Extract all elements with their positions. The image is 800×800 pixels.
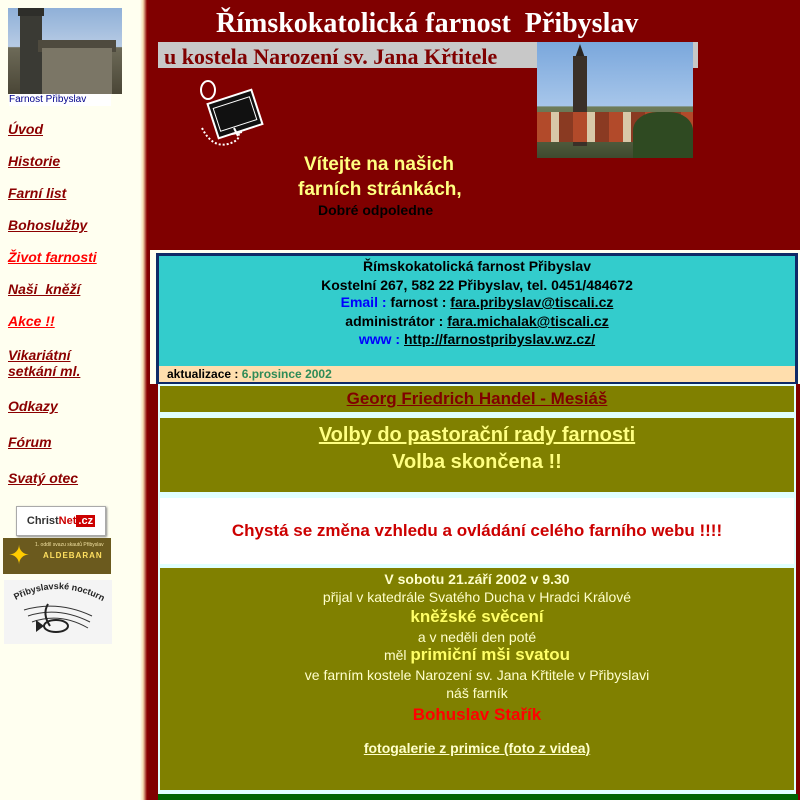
- sidebar-divider: [140, 0, 150, 800]
- town-photo: [537, 42, 693, 158]
- www-link[interactable]: http://farnostpribyslav.wz.cz/: [404, 331, 595, 347]
- volby-status: Volba skončena !!: [392, 451, 562, 473]
- aldebaran-logo[interactable]: ✦ 1. oddíl svazu skautů Přibyslav ALDEBA…: [3, 538, 111, 574]
- nav-uvod[interactable]: Úvod: [8, 121, 43, 137]
- gallery-link[interactable]: fotogalerie z primice (foto z videa): [364, 740, 590, 756]
- ordination-line2: přijal v katedrále Svatého Ducha v Hradc…: [322, 589, 632, 605]
- ordination-name: Bohuslav Stařík: [412, 705, 542, 724]
- contact-address: Kostelní 267, 582 22 Přibyslav, tel. 045…: [321, 277, 633, 293]
- contact-name: Římskokatolická farnost Přibyslav: [363, 258, 591, 274]
- contact-admin-line: administrátor : fara.michalak@tiscali.cz: [159, 313, 795, 329]
- star-icon: ✦: [8, 540, 30, 570]
- nav-svaty-otec[interactable]: Svatý otec: [8, 470, 78, 486]
- page-title: Římskokatolická farnost Přibyslav: [216, 8, 639, 39]
- admin-email-link[interactable]: fara.michalak@tiscali.cz: [447, 313, 609, 329]
- ordination-line5b: primiční mši svatou: [410, 645, 571, 664]
- change-notice: Chystá se změna vzhledu a ovládání celéh…: [231, 521, 723, 540]
- welcome-message: Vítejte na našich farních stránkách,: [298, 152, 462, 202]
- aldebaran-line2: ALDEBARAN: [43, 551, 103, 560]
- book-rosary-icon: [200, 80, 264, 146]
- nocturno-logo-graphic: Přibyslavské nocturno: [4, 580, 106, 633]
- nav-historie[interactable]: Historie: [8, 153, 60, 169]
- church-photo: [8, 8, 122, 94]
- ordination-line3: kněžské svěcení: [410, 607, 544, 626]
- ordination-row: V sobotu 21.září 2002 v 9.30 přijal v ka…: [160, 568, 794, 790]
- handel-row: Georg Friedrich Handel - Mesiáš: [160, 386, 794, 412]
- nav-forum[interactable]: Fórum: [8, 434, 52, 450]
- nav-odkazy[interactable]: Odkazy: [8, 398, 58, 414]
- nav-zivot-farnosti[interactable]: Život farnosti: [8, 249, 97, 265]
- update-value: 6.prosince 2002: [238, 367, 332, 381]
- header: Římskokatolická farnost Přibyslav u kost…: [150, 0, 800, 250]
- nav-farni-list[interactable]: Farní list: [8, 185, 66, 201]
- handel-link[interactable]: Georg Friedrich Handel - Mesiáš: [347, 389, 608, 408]
- nocturno-logo[interactable]: Přibyslavské nocturno: [4, 580, 112, 644]
- contact-box: Římskokatolická farnost Přibyslav Kostel…: [156, 253, 798, 369]
- christnet-b: Net: [58, 515, 77, 527]
- ordination-line1: V sobotu 21.září 2002 v 9.30: [384, 571, 570, 587]
- volby-link[interactable]: Volby do pastorační rady farnosti: [160, 422, 794, 448]
- welcome-line1: Vítejte na našich: [304, 154, 454, 175]
- nocturno-text: Přibyslavské nocturno: [4, 580, 106, 603]
- contact-www-line: www : http://farnostpribyslav.wz.cz/: [159, 331, 795, 347]
- nav-nasi-knezi[interactable]: Naši kněží: [8, 281, 80, 297]
- svg-text:Přibyslavské nocturno: Přibyslavské nocturno: [4, 580, 106, 603]
- photo-caption: Farnost Přibyslav: [9, 94, 111, 106]
- ordination-line5: měl primiční mši svatou: [160, 646, 794, 664]
- contact-email-line: Email : farnost : fara.pribyslav@tiscali…: [159, 294, 795, 310]
- greeting: Dobré odpoledne: [318, 202, 434, 218]
- email-who: farnost :: [386, 294, 451, 310]
- update-label: aktualizace :: [167, 367, 239, 381]
- email-link[interactable]: fara.pribyslav@tiscali.cz: [450, 294, 613, 310]
- page-subtitle: u kostela Narození sv. Jana Křtitele: [164, 44, 498, 69]
- volby-row: Volby do pastorační rady farnosti Volba …: [160, 418, 794, 492]
- christnet-logo[interactable]: ChristNet .cz: [16, 506, 106, 536]
- nav-vikariatni-line1: Vikariátní: [8, 347, 71, 363]
- bottom-strip: [158, 794, 798, 800]
- nav-bohosluzby[interactable]: Bohoslužby: [8, 217, 87, 233]
- www-label: www :: [358, 331, 401, 347]
- admin-who: administrátor :: [345, 313, 448, 329]
- ordination-line4: a v neděli den poté: [417, 629, 537, 645]
- update-bar: aktualizace : 6.prosince 2002: [156, 366, 798, 385]
- christnet-c: .cz: [76, 515, 96, 527]
- ordination-line7: náš farník: [446, 685, 508, 701]
- nav-vikariatni-setkani[interactable]: Vikariátní setkání ml.: [8, 347, 80, 379]
- aldebaran-line1: 1. oddíl svazu skautů Přibyslav: [35, 542, 104, 548]
- nav-vikariatni-line2: setkání ml.: [8, 363, 81, 379]
- email-label: Email :: [340, 294, 387, 310]
- ordination-line6: ve farním kostele Narození sv. Jana Křti…: [304, 667, 650, 683]
- christnet-a: Christ: [26, 515, 59, 527]
- sidebar: Farnost Přibyslav Úvod Historie Farní li…: [0, 0, 140, 800]
- nav-akce[interactable]: Akce !!: [8, 313, 55, 329]
- ordination-line5a: měl: [383, 647, 411, 663]
- change-notice-row: Chystá se změna vzhledu a ovládání celéh…: [160, 498, 794, 564]
- welcome-line2: farních stránkách,: [298, 179, 462, 200]
